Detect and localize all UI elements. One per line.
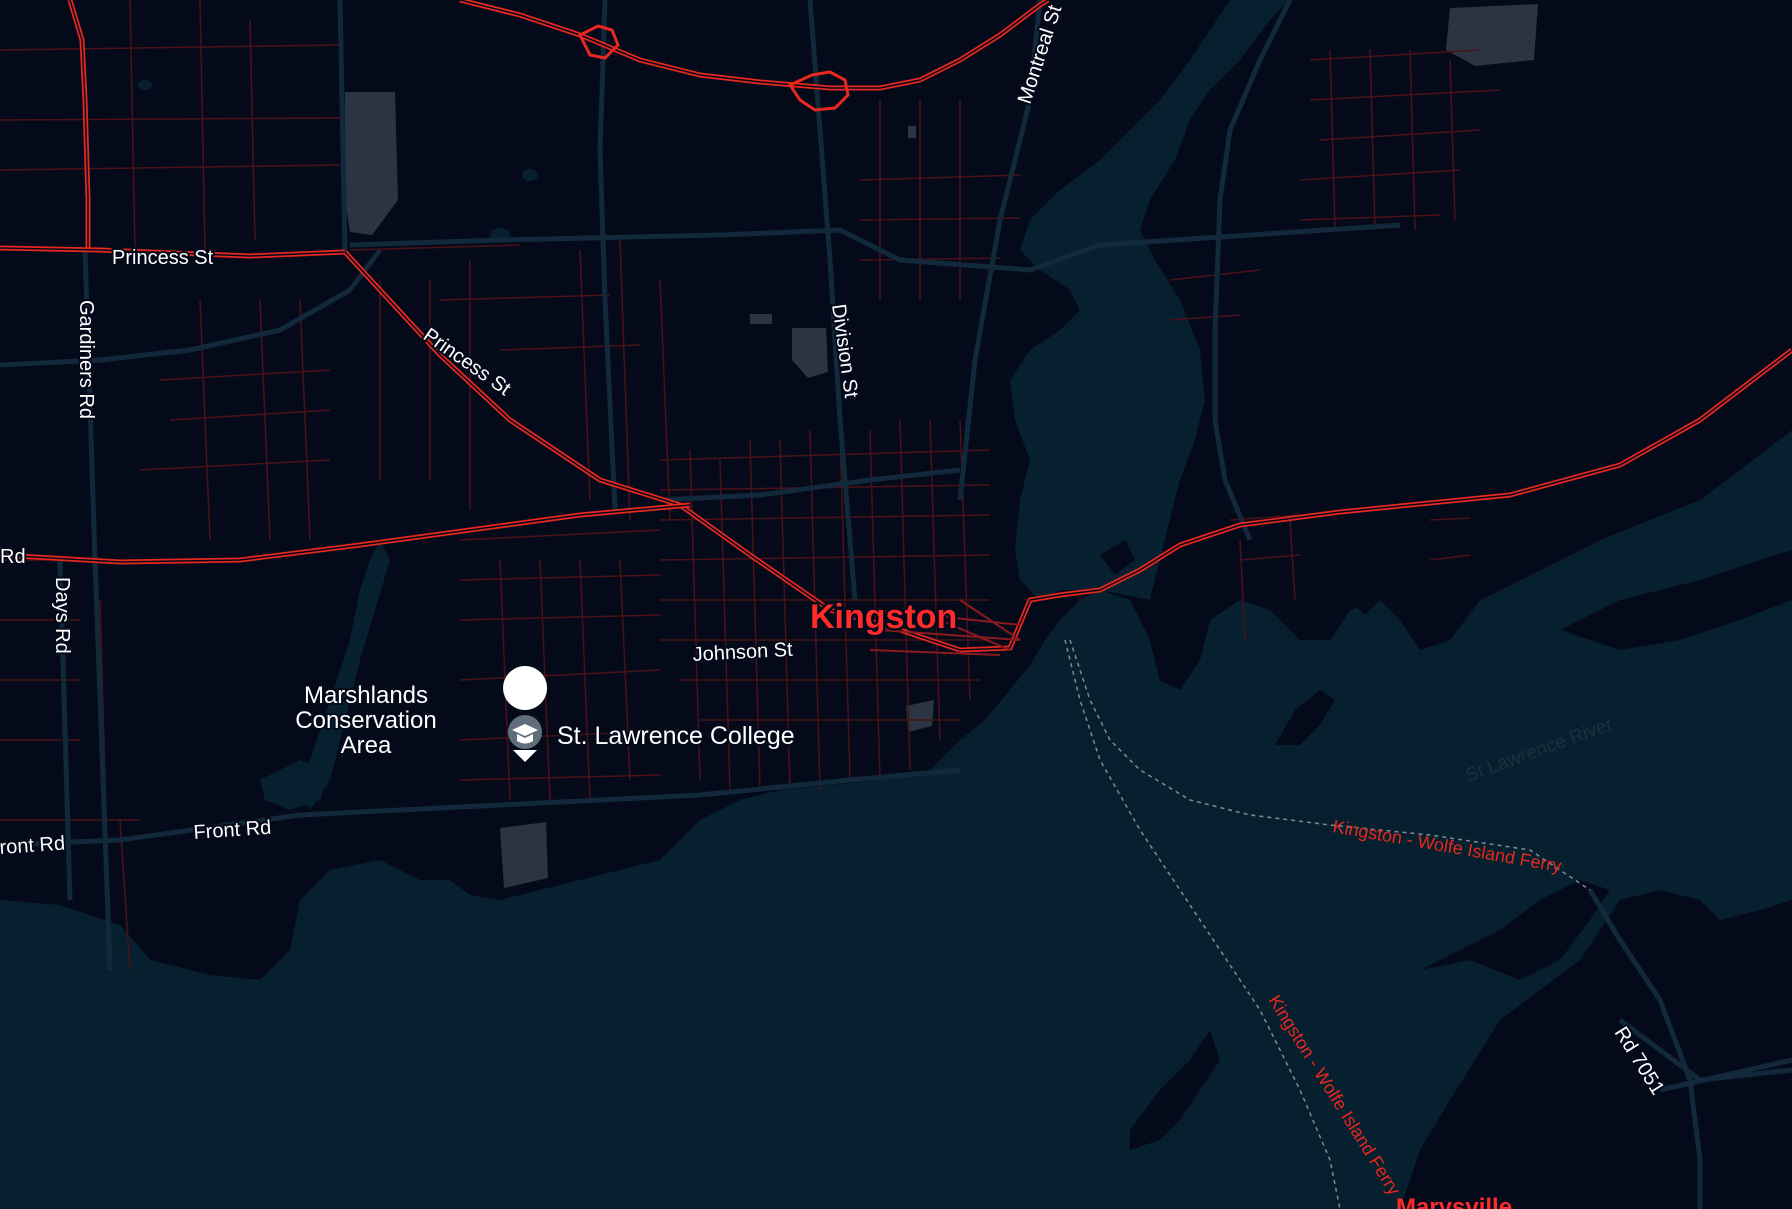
street-label-gardiners-rd: Gardiners Rd <box>75 300 97 419</box>
street-label-front-rd-west: ront Rd <box>0 832 66 859</box>
city-label-kingston[interactable]: Kingston <box>808 596 960 639</box>
park-6 <box>750 314 772 324</box>
poi-label-st-lawrence-college[interactable]: St. Lawrence College <box>555 720 797 752</box>
pond-1 <box>522 169 538 181</box>
town-label-marysville: Marysville <box>1396 1194 1512 1209</box>
street-label-days-rd: Days Rd <box>51 577 73 654</box>
street-label-princess-st-west: Princess St <box>112 247 214 269</box>
area-label-line-3: Area <box>341 732 392 759</box>
park-7 <box>908 126 916 138</box>
map-pin-icon <box>503 666 548 710</box>
area-label-line-2: Conservation <box>295 707 436 734</box>
map-canvas[interactable]: Princess St Princess St Gardiners Rd Rd … <box>0 0 1792 1209</box>
pond-3 <box>138 80 152 90</box>
park-4 <box>500 822 548 888</box>
street-label-rd-west: Rd <box>0 546 26 568</box>
map-view[interactable]: Princess St Princess St Gardiners Rd Rd … <box>0 0 1792 1209</box>
area-label-line-1: Marshlands <box>304 682 428 709</box>
park-2 <box>1446 4 1538 66</box>
